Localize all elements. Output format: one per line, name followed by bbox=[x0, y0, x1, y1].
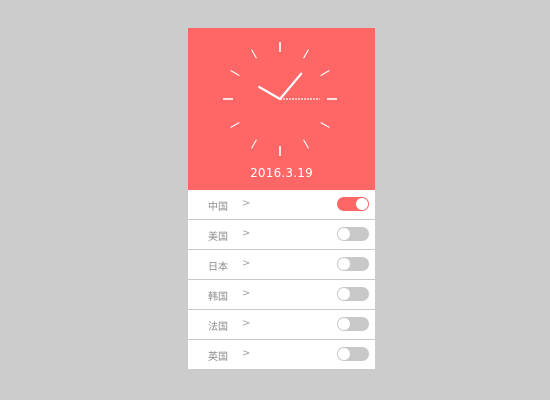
date-label: 2016.3.19 bbox=[250, 166, 313, 180]
country-toggle[interactable] bbox=[337, 257, 369, 271]
clock-tick bbox=[230, 122, 240, 128]
clock-tick bbox=[251, 49, 257, 59]
toggle-knob bbox=[338, 348, 350, 360]
app-window: 2016.3.19 中国 > 美国 > 日本 > 韩国 > 法国 > 英国 > bbox=[188, 28, 375, 369]
country-name: 日本 bbox=[208, 262, 228, 273]
clock-panel: 2016.3.19 bbox=[188, 28, 375, 190]
toggle-knob bbox=[338, 318, 350, 330]
country-name: 法国 bbox=[208, 322, 228, 333]
clock-tick bbox=[230, 70, 240, 76]
toggle-knob bbox=[356, 198, 368, 210]
list-item[interactable]: 英国 > bbox=[188, 340, 375, 369]
country-list: 中国 > 美国 > 日本 > 韩国 > 法国 > 英国 > bbox=[188, 190, 375, 369]
list-item[interactable]: 中国 > bbox=[188, 190, 375, 220]
clock-second-hand bbox=[258, 85, 282, 101]
clock-tick bbox=[251, 139, 257, 149]
country-toggle[interactable] bbox=[337, 347, 369, 361]
clock-tick bbox=[303, 49, 309, 59]
chevron-right-icon: > bbox=[242, 318, 251, 329]
chevron-right-icon: > bbox=[242, 228, 251, 239]
chevron-right-icon: > bbox=[242, 258, 251, 269]
country-name: 韩国 bbox=[208, 292, 228, 303]
country-toggle[interactable] bbox=[337, 317, 369, 331]
toggle-knob bbox=[338, 258, 350, 270]
clock-tick bbox=[320, 70, 330, 76]
clock-tick bbox=[320, 122, 330, 128]
chevron-right-icon: > bbox=[242, 288, 251, 299]
chevron-right-icon: > bbox=[242, 198, 251, 209]
clock-hour-hand bbox=[278, 72, 303, 101]
chevron-right-icon: > bbox=[242, 348, 251, 359]
clock-tick bbox=[303, 139, 309, 149]
toggle-knob bbox=[338, 288, 350, 300]
list-item[interactable]: 日本 > bbox=[188, 250, 375, 280]
country-toggle[interactable] bbox=[337, 227, 369, 241]
country-name: 中国 bbox=[208, 202, 228, 213]
country-toggle[interactable] bbox=[337, 197, 369, 211]
country-toggle[interactable] bbox=[337, 287, 369, 301]
country-name: 英国 bbox=[208, 352, 228, 363]
country-name: 美国 bbox=[208, 232, 228, 243]
list-item[interactable]: 法国 > bbox=[188, 310, 375, 340]
list-item[interactable]: 韩国 > bbox=[188, 280, 375, 310]
toggle-knob bbox=[338, 228, 350, 240]
list-item[interactable]: 美国 > bbox=[188, 220, 375, 250]
